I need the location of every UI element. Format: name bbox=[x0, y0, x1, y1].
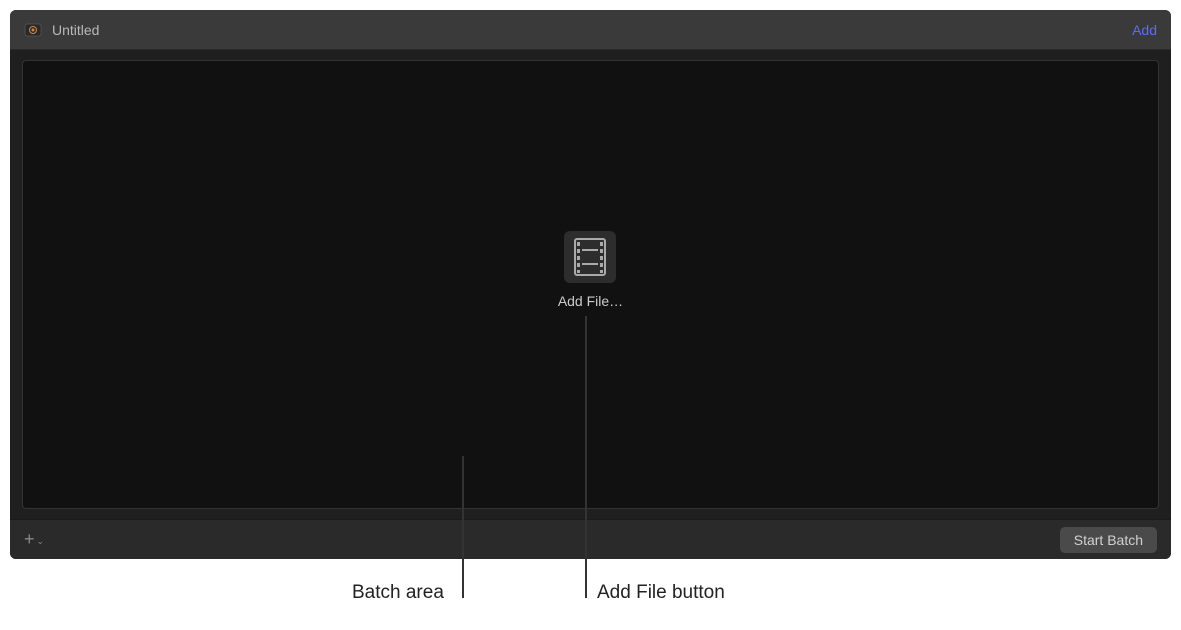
callout-line-add-file bbox=[585, 316, 587, 598]
add-file-button[interactable]: Add File… bbox=[558, 231, 623, 309]
callout-label-add-file: Add File button bbox=[597, 582, 725, 604]
add-file-label: Add File… bbox=[558, 293, 623, 309]
header-bar: Untitled Add bbox=[10, 10, 1171, 50]
footer-bar: + ⌄ Start Batch bbox=[10, 519, 1171, 559]
header-left: Untitled bbox=[24, 21, 99, 39]
batch-area[interactable]: Add File… bbox=[22, 60, 1159, 509]
start-batch-button[interactable]: Start Batch bbox=[1060, 527, 1157, 553]
callout-line-batch-area bbox=[462, 456, 464, 598]
film-icon-box bbox=[564, 231, 616, 283]
document-title: Untitled bbox=[52, 22, 99, 38]
app-window: Untitled Add bbox=[10, 10, 1171, 559]
callout-label-batch-area: Batch area bbox=[352, 582, 444, 604]
plus-icon: + bbox=[24, 529, 35, 550]
compressor-app-icon bbox=[24, 21, 42, 39]
add-menu-button[interactable]: + ⌄ bbox=[24, 529, 44, 550]
add-link[interactable]: Add bbox=[1132, 22, 1157, 38]
chevron-down-icon: ⌄ bbox=[37, 536, 45, 547]
film-icon bbox=[573, 237, 607, 277]
